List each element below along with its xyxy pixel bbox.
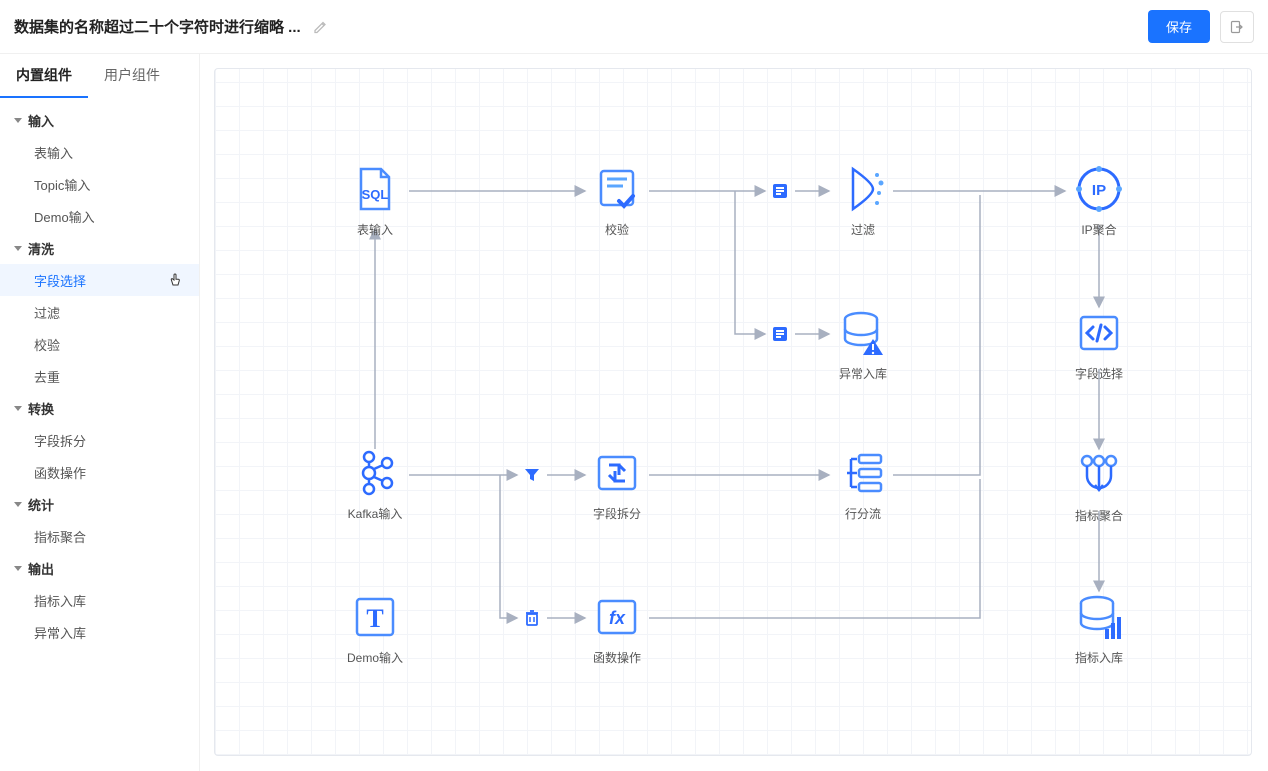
node-label: 表输入 [357, 221, 393, 238]
tree-item-field-split[interactable]: 字段拆分 [0, 424, 199, 456]
svg-text:fx: fx [609, 608, 626, 628]
node-label: IP聚合 [1081, 221, 1116, 238]
doc-icon[interactable] [771, 182, 789, 200]
sql-file-icon: SQL [351, 165, 399, 213]
node-label: 过滤 [851, 221, 875, 238]
tree-group-transform[interactable]: 转换 [0, 392, 199, 424]
sidebar: 内置组件 用户组件 输入 表输入 Topic输入 Demo输入 清洗 字段选择 … [0, 54, 200, 771]
node-validate[interactable]: 校验 [577, 165, 657, 238]
canvas-wrap: SQL 表输入 校验 过滤 IP [200, 54, 1268, 771]
body: 内置组件 用户组件 输入 表输入 Topic输入 Demo输入 清洗 字段选择 … [0, 54, 1268, 771]
tree-item-table-input[interactable]: 表输入 [0, 136, 199, 168]
kafka-icon [351, 449, 399, 497]
filter-icon[interactable] [523, 466, 541, 484]
caret-down-icon [14, 118, 22, 123]
tree-item-func-op[interactable]: 函数操作 [0, 456, 199, 488]
node-label: 指标入库 [1075, 649, 1123, 666]
tree-group-input[interactable]: 输入 [0, 104, 199, 136]
node-demo-input[interactable]: T Demo输入 [335, 593, 415, 666]
tree-group-label: 输入 [28, 111, 54, 130]
node-field-split[interactable]: 字段拆分 [577, 449, 657, 522]
export-button[interactable] [1220, 11, 1254, 43]
svg-text:IP: IP [1092, 182, 1106, 199]
node-filter[interactable]: 过滤 [823, 165, 903, 238]
tree-group-output[interactable]: 输出 [0, 552, 199, 584]
db-warning-icon [839, 309, 887, 357]
node-ip-agg[interactable]: IP IP聚合 [1059, 165, 1139, 238]
tree-item-demo-input[interactable]: Demo输入 [0, 200, 199, 232]
node-kafka-input[interactable]: Kafka输入 [335, 449, 415, 522]
tree-item-field-select[interactable]: 字段选择 [0, 264, 199, 296]
tree-group-label: 转换 [28, 399, 54, 418]
node-table-input[interactable]: SQL 表输入 [335, 165, 415, 238]
node-label: Kafka输入 [348, 505, 403, 522]
sidebar-tabs: 内置组件 用户组件 [0, 54, 199, 98]
node-label: 行分流 [845, 505, 881, 522]
tree-group-clean[interactable]: 清洗 [0, 232, 199, 264]
tree-item-exception-store[interactable]: 异常入库 [0, 616, 199, 648]
tree-item-filter[interactable]: 过滤 [0, 296, 199, 328]
node-label: 指标聚合 [1075, 507, 1123, 524]
node-label: 异常入库 [839, 365, 887, 382]
component-tree: 输入 表输入 Topic输入 Demo输入 清洗 字段选择 过滤 校验 去重 转… [0, 98, 199, 648]
canvas[interactable]: SQL 表输入 校验 过滤 IP [214, 68, 1252, 756]
filter-dots-icon [839, 165, 887, 213]
page-title: 数据集的名称超过二十个字符时进行缩略 ... [14, 16, 301, 37]
node-metric-agg[interactable]: 指标聚合 [1059, 451, 1139, 524]
doc-icon[interactable] [771, 325, 789, 343]
header-left: 数据集的名称超过二十个字符时进行缩略 ... [14, 16, 329, 37]
header: 数据集的名称超过二十个字符时进行缩略 ... 保存 [0, 0, 1268, 54]
tree-item-validate[interactable]: 校验 [0, 328, 199, 360]
tab-user-components[interactable]: 用户组件 [88, 54, 176, 98]
ip-circle-icon: IP [1075, 165, 1123, 213]
svg-text:SQL: SQL [362, 187, 389, 202]
tree-item-metric-store[interactable]: 指标入库 [0, 584, 199, 616]
node-func-op[interactable]: fx 函数操作 [577, 593, 657, 666]
db-chart-icon [1075, 593, 1123, 641]
split-box-icon [593, 449, 641, 497]
tree-group-label: 清洗 [28, 239, 54, 258]
edit-icon[interactable] [313, 19, 329, 35]
caret-down-icon [14, 246, 22, 251]
tree-group-stats[interactable]: 统计 [0, 488, 199, 520]
row-branch-icon [839, 449, 887, 497]
node-exception-store[interactable]: 异常入库 [823, 309, 903, 382]
node-field-select[interactable]: 字段选择 [1059, 309, 1139, 382]
aggregate-icon [1075, 451, 1123, 499]
validate-icon [593, 165, 641, 213]
node-label: 字段拆分 [593, 505, 641, 522]
tab-builtin-components[interactable]: 内置组件 [0, 54, 88, 98]
node-label: 校验 [605, 221, 629, 238]
svg-text:T: T [366, 604, 383, 633]
fx-box-icon: fx [593, 593, 641, 641]
node-label: 字段选择 [1075, 365, 1123, 382]
tree-group-label: 统计 [28, 495, 54, 514]
caret-down-icon [14, 566, 22, 571]
tree-item-metric-agg[interactable]: 指标聚合 [0, 520, 199, 552]
tree-item-topic-input[interactable]: Topic输入 [0, 168, 199, 200]
save-button[interactable]: 保存 [1148, 10, 1210, 43]
header-right: 保存 [1148, 10, 1254, 43]
node-label: 函数操作 [593, 649, 641, 666]
node-row-split[interactable]: 行分流 [823, 449, 903, 522]
code-box-icon [1075, 309, 1123, 357]
tree-group-label: 输出 [28, 559, 54, 578]
tree-item-dedupe[interactable]: 去重 [0, 360, 199, 392]
caret-down-icon [14, 502, 22, 507]
cursor-hand-icon [169, 273, 183, 287]
node-metric-store[interactable]: 指标入库 [1059, 593, 1139, 666]
node-label: Demo输入 [347, 649, 403, 666]
text-t-icon: T [351, 593, 399, 641]
trash-icon[interactable] [523, 609, 541, 627]
caret-down-icon [14, 406, 22, 411]
